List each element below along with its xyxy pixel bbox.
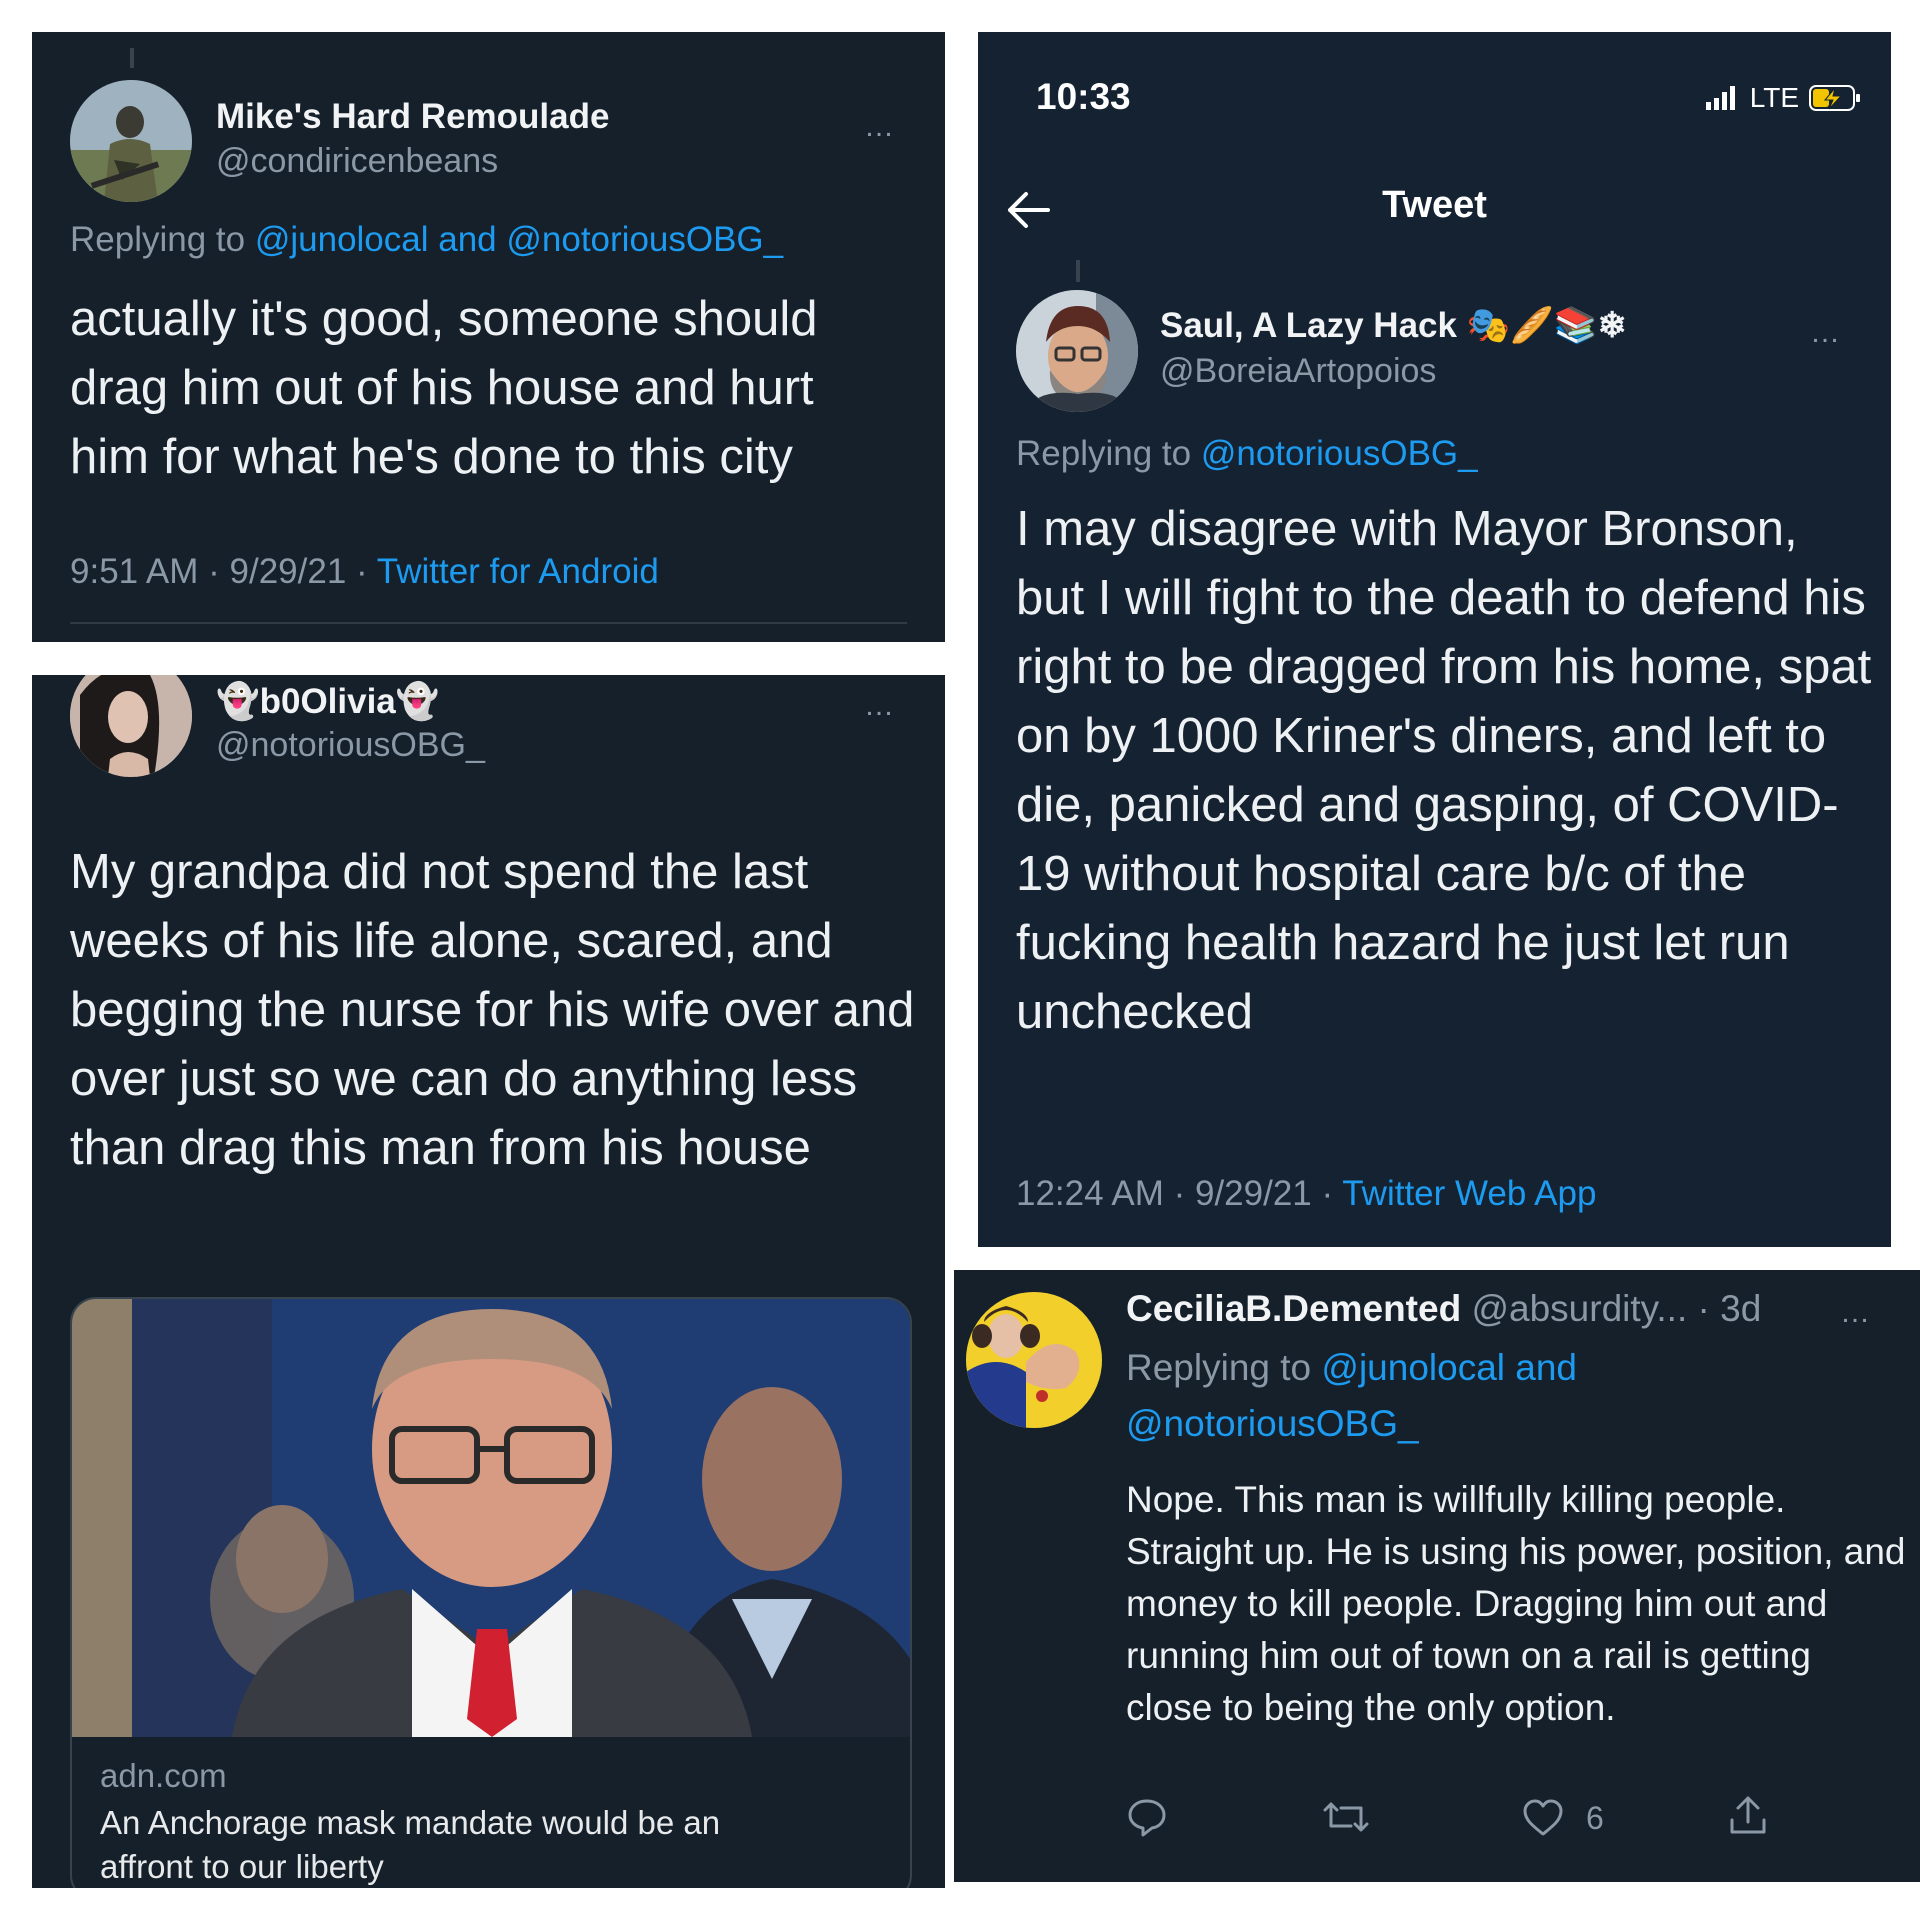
thread-line [1076, 260, 1080, 282]
display-name[interactable]: Mike's Hard Remoulade [216, 97, 609, 137]
like-count: 6 [1586, 1800, 1604, 1836]
tweet-text: actually it's good, someone should drag … [70, 292, 818, 484]
display-name[interactable]: CeciliaB.Demented [1126, 1288, 1461, 1329]
action-bar: 6 [1126, 1790, 1886, 1850]
more-options-icon[interactable]: … [1810, 318, 1841, 348]
reply-icon[interactable] [1126, 1796, 1168, 1838]
user-handle[interactable]: @absurdity... [1471, 1288, 1687, 1329]
tweet-panel-saul: 10:33 LTE Tweet Saul, A Lazy Hack 🎭🥖📚❄ @… [978, 32, 1891, 1247]
status-time: 10:33 [1036, 76, 1131, 117]
signal-icon [1705, 86, 1735, 110]
mention-link[interactable]: @notoriousOBG_ [1201, 434, 1478, 473]
tweet-panel-mike: Mike's Hard Remoulade @condiricenbeans …… [32, 32, 945, 642]
avatar-cecilia[interactable] [966, 1292, 1102, 1428]
replying-to-label: Replying to [70, 220, 255, 259]
mention-link[interactable]: @junolocal and [1321, 1347, 1577, 1388]
network-label: LTE [1749, 82, 1799, 113]
display-name[interactable]: 👻b0Olivia👻 [216, 681, 439, 722]
share-icon[interactable] [1726, 1794, 1770, 1838]
link-card-image [72, 1299, 910, 1737]
retweet-icon[interactable] [1321, 1796, 1371, 1838]
tweet-timestamp: 9:51 AM · 9/29/21 · Twitter for Android [70, 552, 659, 592]
link-card-title: An Anchorage mask mandate would be an af… [100, 1804, 721, 1885]
replying-to-label: Replying to [1016, 434, 1201, 473]
tweet-text: I may disagree with Mayor Bronson, but I… [1016, 502, 1872, 1039]
like-icon[interactable] [1521, 1798, 1565, 1838]
tweet-age[interactable]: · 3d [1687, 1288, 1762, 1329]
name-emoji-icons: 🎭🥖📚❄ [1466, 306, 1627, 345]
more-options-icon[interactable]: … [864, 112, 895, 142]
link-card-domain: adn.com [100, 1757, 227, 1794]
mention-link[interactable]: @junolocal and @notoriousOBG_ [255, 220, 783, 259]
replying-to: Replying to @junolocal and @notoriousOBG… [70, 220, 783, 260]
avatar-saul[interactable] [1016, 290, 1138, 412]
status-bar-icons: LTE [1705, 80, 1863, 116]
display-name[interactable]: Saul, A Lazy Hack 🎭🥖📚❄ [1160, 305, 1627, 346]
avatar-mike[interactable] [70, 80, 192, 202]
divider [70, 622, 907, 624]
timestamp-text[interactable]: 12:24 AM · 9/29/21 · [1016, 1174, 1342, 1213]
display-name-text: b0Olivia [259, 682, 396, 721]
source-link[interactable]: Twitter for Android [377, 552, 659, 591]
page-title: Tweet [1382, 184, 1487, 226]
ghost-icon: 👻 [395, 682, 440, 721]
more-options-icon[interactable]: … [864, 691, 895, 721]
tweet-timestamp: 12:24 AM · 9/29/21 · Twitter Web App [1016, 1174, 1596, 1214]
source-link[interactable]: Twitter Web App [1342, 1174, 1596, 1213]
replying-to: Replying to @notoriousOBG_ [1016, 434, 1478, 474]
replying-to-label: Replying to [1126, 1347, 1322, 1388]
user-handle[interactable]: @notoriousOBG_ [216, 726, 485, 765]
tweet-header: CeciliaB.Demented @absurdity... · 3d [1126, 1288, 1761, 1330]
thread-line [130, 48, 134, 68]
display-name-text: Saul, A Lazy Hack [1160, 306, 1457, 345]
user-handle[interactable]: @condiricenbeans [216, 142, 498, 181]
tweet-text: Nope. This man is willfully killing peop… [1126, 1479, 1906, 1728]
tweet-panel-olivia: 👻b0Olivia👻 @notoriousOBG_ … My grandpa d… [32, 675, 945, 1888]
avatar-olivia[interactable] [70, 675, 192, 777]
replying-to: Replying to @junolocal and @notoriousOBG… [1126, 1340, 1577, 1452]
tweet-text: My grandpa did not spend the last weeks … [70, 845, 915, 1175]
link-card[interactable]: adn.com An Anchorage mask mandate would … [70, 1297, 912, 1888]
ghost-icon: 👻 [216, 682, 260, 721]
user-handle[interactable]: @BoreiaArtopoios [1160, 352, 1436, 391]
more-options-icon[interactable]: … [1840, 1298, 1871, 1328]
timestamp-text[interactable]: 9:51 AM · 9/29/21 · [70, 552, 377, 591]
battery-charging-icon [1809, 85, 1860, 111]
tweet-panel-cecilia: CeciliaB.Demented @absurdity... · 3d … R… [954, 1270, 1920, 1882]
mention-link[interactable]: @notoriousOBG_ [1126, 1403, 1419, 1444]
